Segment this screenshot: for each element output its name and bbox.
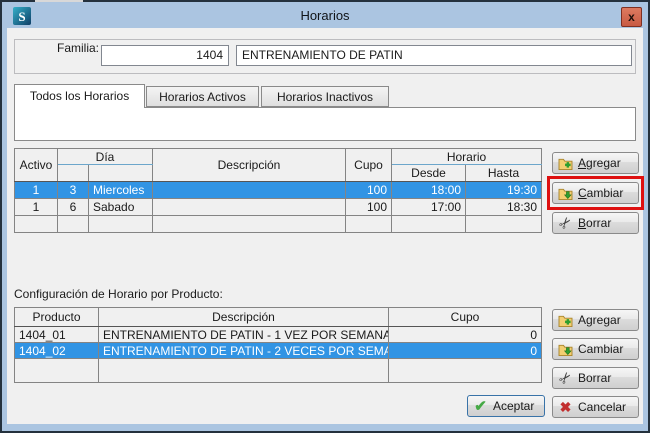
scissors-icon: ✂ [554, 211, 577, 234]
cell-producto[interactable]: 1404_01 [15, 327, 99, 343]
cell-hasta[interactable]: 18:30 [466, 199, 542, 216]
schedule-agregar-button[interactable]: Agregar [552, 152, 639, 174]
cell-activo[interactable]: 1 [15, 182, 58, 199]
cancel-x-icon: ✖ [558, 399, 573, 416]
cell-cupo[interactable]: 100 [346, 199, 392, 216]
product-table[interactable]: Producto Descripción Cupo 1404_01 ENTREN… [14, 307, 542, 383]
button-label: Cancelar [578, 400, 626, 414]
col-header-activo: Activo [15, 149, 58, 182]
cell-desde[interactable]: 18:00 [392, 182, 466, 199]
familia-name-field[interactable]: ENTRENAMIENTO DE PATIN [236, 45, 632, 66]
tab-horarios-inactivos[interactable]: Horarios Inactivos [261, 86, 389, 107]
close-button[interactable]: x [621, 7, 642, 27]
col-header-descripcion: Descripción [153, 149, 346, 182]
product-cambiar-button[interactable]: Cambiar [552, 338, 639, 360]
folder-arrow-icon [558, 343, 573, 356]
cell-descripcion[interactable] [153, 199, 346, 216]
familia-code-field[interactable]: 1404 [101, 45, 229, 66]
tab-todos-los-horarios[interactable]: Todos los Horarios [14, 84, 145, 108]
familia-label: Familia: [29, 41, 99, 55]
schedule-row-miercoles[interactable]: 1 3 Miercoles 100 18:00 19:30 [15, 182, 542, 199]
col-subheader-dia-name [89, 165, 153, 182]
product-row-1404-02[interactable]: 1404_02 ENTRENAMIENTO DE PATIN - 2 VECES… [15, 343, 542, 359]
product-borrar-button[interactable]: ✂ Borrar [552, 367, 639, 389]
button-label: Agregar [578, 156, 621, 170]
button-label: Aceptar [493, 399, 534, 413]
col-header-dia: Día [58, 149, 153, 165]
col-subheader-dia-num [58, 165, 89, 182]
schedule-borrar-button[interactable]: ✂ Borrar [552, 212, 639, 234]
product-empty-rows [15, 359, 542, 383]
cell-dia-num[interactable]: 6 [58, 199, 89, 216]
button-label: Borrar [578, 371, 611, 385]
schedule-empty-rows [15, 216, 542, 233]
aceptar-button[interactable]: ✔ Aceptar [467, 395, 545, 417]
cambiar-button[interactable]: Cambiar [552, 182, 639, 204]
folder-plus-icon [558, 314, 573, 327]
schedule-table[interactable]: Activo Día Descripción Cupo Horario Desd… [14, 148, 542, 233]
cell-descripcion[interactable] [153, 182, 346, 199]
cell-producto[interactable]: 1404_02 [15, 343, 99, 359]
cell-dia-num[interactable]: 3 [58, 182, 89, 199]
window-title: Horarios [2, 8, 648, 23]
cell-cupo[interactable]: 100 [346, 182, 392, 199]
dialog-body: Familia: 1404 ENTRENAMIENTO DE PATIN Tod… [7, 28, 643, 424]
col-header-cupo: Cupo [389, 308, 542, 327]
col-header-producto: Producto [15, 308, 99, 327]
col-header-hasta: Hasta [466, 165, 542, 182]
cancelar-button[interactable]: ✖ Cancelar [552, 396, 639, 418]
cell-descripcion[interactable]: ENTRENAMIENTO DE PATIN - 1 VEZ POR SEMAN… [99, 327, 389, 343]
folder-arrow-icon [558, 187, 573, 200]
button-label: Cambiar [578, 342, 623, 356]
product-agregar-button[interactable]: Agregar [552, 309, 639, 331]
product-row-1404-01[interactable]: 1404_01 ENTRENAMIENTO DE PATIN - 1 VEZ P… [15, 327, 542, 343]
button-label: Agregar [578, 313, 621, 327]
cell-desde[interactable]: 17:00 [392, 199, 466, 216]
check-icon: ✔ [473, 397, 488, 415]
folder-plus-icon [558, 157, 573, 170]
cell-activo[interactable]: 1 [15, 199, 58, 216]
button-label: Borrar [578, 216, 611, 230]
cell-dia[interactable]: Miercoles [89, 182, 153, 199]
col-header-desde: Desde [392, 165, 466, 182]
col-header-descripcion: Descripción [99, 308, 389, 327]
col-header-horario: Horario [392, 149, 542, 165]
cell-dia[interactable]: Sabado [89, 199, 153, 216]
title-bar[interactable]: S Horarios x [2, 2, 648, 28]
horarios-dialog: S Horarios x Familia: 1404 ENTRENAMIENTO… [0, 0, 650, 433]
scissors-icon: ✂ [554, 366, 577, 389]
button-label: Cambiar [578, 186, 623, 200]
schedule-row-sabado[interactable]: 1 6 Sabado 100 17:00 18:30 [15, 199, 542, 216]
cell-cupo[interactable]: 0 [389, 343, 542, 359]
cell-hasta[interactable]: 19:30 [466, 182, 542, 199]
tab-content-panel [14, 107, 636, 141]
cell-descripcion[interactable]: ENTRENAMIENTO DE PATIN - 2 VECES POR SEM… [99, 343, 389, 359]
tab-horarios-activos[interactable]: Horarios Activos [146, 86, 259, 107]
product-section-label: Configuración de Horario por Producto: [14, 287, 223, 301]
col-header-cupo: Cupo [346, 149, 392, 182]
cell-cupo[interactable]: 0 [389, 327, 542, 343]
